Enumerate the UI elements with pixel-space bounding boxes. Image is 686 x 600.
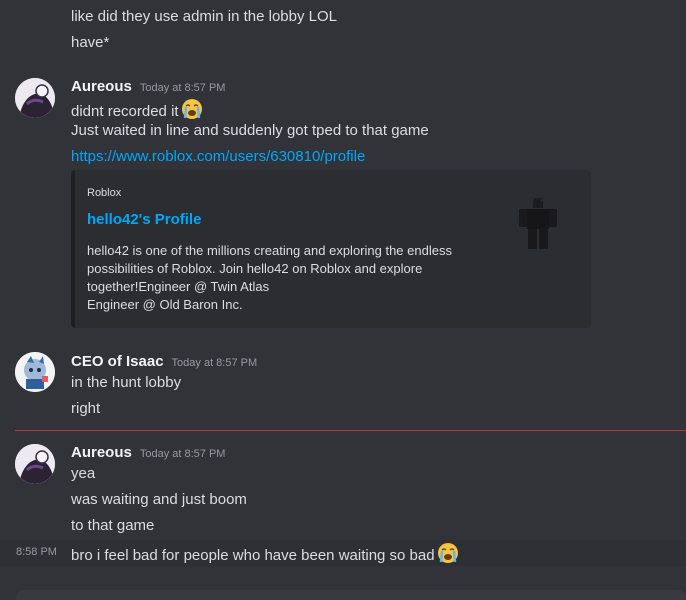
message-text: bro i feel bad for people who have been … bbox=[71, 547, 435, 564]
avatar[interactable] bbox=[15, 78, 55, 118]
message-composer[interactable] bbox=[16, 590, 686, 600]
link-embed: Roblox hello42's Profile hello42 is one … bbox=[71, 170, 591, 328]
message-line: like did they use admin in the lobby LOL bbox=[71, 8, 337, 25]
message-hover-timestamp[interactable]: 8:58 PM bbox=[16, 546, 57, 558]
message-header: Aureous Today at 8:57 PM bbox=[71, 77, 225, 98]
message-line: Just waited in line and suddenly got tpe… bbox=[71, 122, 429, 139]
message-header: CEO of Isaac Today at 8:57 PM bbox=[71, 352, 257, 373]
message-text: didnt recorded it bbox=[71, 103, 179, 120]
avatar[interactable] bbox=[15, 352, 55, 392]
message-line: bro i feel bad for people who have been … bbox=[71, 542, 459, 570]
embed-thumbnail[interactable] bbox=[513, 194, 565, 254]
message-header: Aureous Today at 8:57 PM bbox=[71, 443, 225, 464]
loudly-crying-face-icon bbox=[437, 542, 459, 570]
embed-description: hello42 is one of the millions creating … bbox=[87, 243, 452, 312]
username[interactable]: Aureous bbox=[71, 78, 132, 95]
timestamp[interactable]: Today at 8:57 PM bbox=[140, 448, 226, 460]
message-line: was waiting and just boom bbox=[71, 491, 247, 508]
new-messages-divider bbox=[15, 430, 686, 431]
username[interactable]: Aureous bbox=[71, 444, 132, 461]
timestamp[interactable]: Today at 8:57 PM bbox=[140, 82, 226, 94]
username[interactable]: CEO of Isaac bbox=[71, 353, 164, 370]
embed-title[interactable]: hello42's Profile bbox=[87, 211, 201, 228]
message-line: yea bbox=[71, 465, 96, 482]
timestamp[interactable]: Today at 8:57 PM bbox=[172, 357, 258, 369]
embed-provider[interactable]: Roblox bbox=[87, 187, 121, 199]
message-line: in the hunt lobby bbox=[71, 374, 182, 391]
profile-link[interactable]: https://www.roblox.com/users/630810/prof… bbox=[71, 147, 365, 167]
message-line: right bbox=[71, 400, 101, 417]
message-line: to that game bbox=[71, 517, 155, 534]
avatar[interactable] bbox=[15, 444, 55, 484]
message-line: have* bbox=[71, 34, 110, 51]
